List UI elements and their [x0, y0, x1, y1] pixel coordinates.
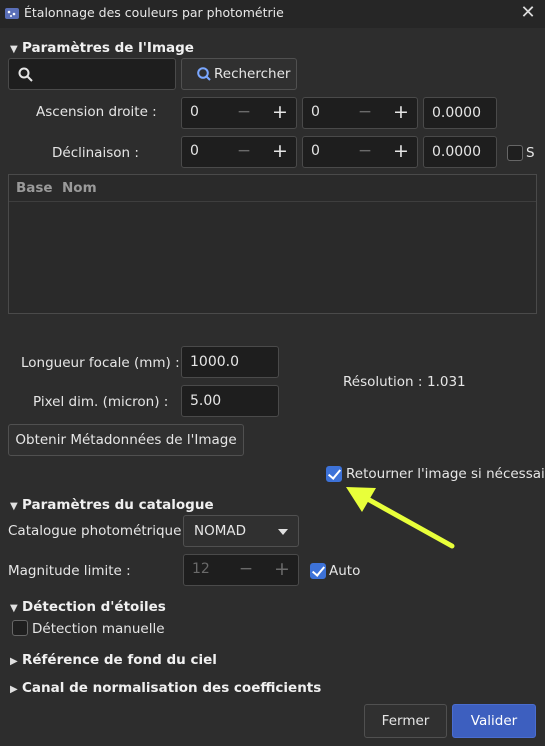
object-table[interactable]: Base Nom — [8, 174, 537, 314]
search-icon — [18, 67, 33, 82]
spin-value: 0 — [190, 143, 199, 159]
expand-triangle-icon: ▶ — [10, 656, 18, 667]
close-icon[interactable]: ✕ — [517, 2, 539, 24]
catalog-value: NOMAD — [194, 523, 247, 539]
ra-hours-spinbox[interactable]: 0 − + — [181, 97, 297, 129]
collapse-triangle-icon: ▼ — [10, 603, 18, 614]
section-title: Détection d'étoiles — [22, 599, 166, 615]
search-button[interactable]: Rechercher — [181, 58, 297, 90]
catalog-label: Catalogue photométrique : — [8, 523, 191, 539]
annotation-arrow — [346, 487, 455, 549]
search-input[interactable] — [8, 58, 176, 90]
minus-icon[interactable]: − — [230, 141, 258, 161]
plus-icon[interactable]: + — [266, 101, 294, 123]
section-catalog-params[interactable]: ▼ Paramètres du catalogue — [10, 497, 214, 513]
minus-icon[interactable]: − — [351, 141, 379, 161]
catalog-dropdown[interactable]: NOMAD — [183, 515, 299, 547]
dec-minutes-spinbox[interactable]: 0 − + — [302, 136, 418, 168]
focal-label: Longueur focale (mm) : — [21, 355, 180, 371]
spin-value: 0 — [311, 104, 320, 120]
section-title: Paramètres du catalogue — [22, 497, 214, 513]
expand-triangle-icon: ▶ — [10, 684, 18, 695]
ra-label: Ascension droite : — [36, 104, 157, 120]
close-button[interactable]: Fermer — [364, 704, 447, 738]
south-label: S — [526, 145, 535, 161]
auto-label: Auto — [329, 563, 361, 579]
magnitude-label: Magnitude limite : — [8, 563, 131, 579]
chevron-down-icon — [278, 529, 288, 535]
plus-icon[interactable]: + — [387, 101, 415, 123]
section-image-params[interactable]: ▼ Paramètres de l'Image — [10, 40, 194, 56]
magnitude-spinbox[interactable]: 12 − + — [183, 554, 299, 586]
manual-detection-checkbox[interactable] — [12, 620, 28, 636]
pixel-label: Pixel dim. (micron) : — [33, 394, 169, 410]
plus-icon[interactable]: + — [387, 140, 415, 162]
dec-label: Déclinaison : — [52, 145, 139, 161]
search-icon — [197, 67, 211, 81]
dec-seconds-field[interactable]: 0.0000 — [423, 136, 497, 168]
collapse-triangle-icon: ▼ — [10, 501, 18, 512]
spin-value: 0 — [311, 143, 320, 159]
section-title: Canal de normalisation des coefficients — [22, 680, 322, 696]
resolution-value: 1.031 — [427, 374, 466, 390]
manual-detection-label: Détection manuelle — [32, 621, 165, 637]
plus-icon[interactable]: + — [268, 558, 296, 580]
validate-button[interactable]: Valider — [452, 704, 536, 738]
section-star-detection[interactable]: ▼ Détection d'étoiles — [10, 599, 166, 615]
column-header-name[interactable]: Nom — [62, 180, 97, 196]
focal-length-field[interactable]: 1000.0 — [181, 346, 279, 378]
resolution-label: Résolution : — [343, 374, 423, 390]
pixel-size-field[interactable]: 5.00 — [181, 385, 279, 417]
ra-seconds-field[interactable]: 0.0000 — [423, 97, 497, 129]
minus-icon[interactable]: − — [230, 102, 258, 122]
plus-icon[interactable]: + — [266, 140, 294, 162]
collapse-triangle-icon: ▼ — [10, 44, 18, 55]
auto-checkbox[interactable] — [310, 563, 326, 579]
spin-value: 0 — [190, 104, 199, 120]
section-title: Référence de fond du ciel — [22, 652, 217, 668]
minus-icon[interactable]: − — [351, 102, 379, 122]
minus-icon[interactable]: − — [232, 559, 260, 579]
section-normalization[interactable]: ▶ Canal de normalisation des coefficients — [10, 680, 321, 696]
column-header-base[interactable]: Base — [16, 180, 53, 196]
app-icon — [5, 8, 19, 19]
south-checkbox[interactable] — [507, 145, 523, 161]
section-title: Paramètres de l'Image — [22, 40, 194, 56]
window-title: Étalonnage des couleurs par photométrie — [24, 5, 284, 20]
section-sky-background[interactable]: ▶ Référence de fond du ciel — [10, 652, 217, 668]
search-button-label: Rechercher — [214, 66, 291, 82]
spin-value: 12 — [192, 561, 210, 577]
get-metadata-button[interactable]: Obtenir Métadonnées de l'Image — [8, 424, 244, 456]
ra-minutes-spinbox[interactable]: 0 − + — [302, 97, 418, 129]
dec-degrees-spinbox[interactable]: 0 − + — [181, 136, 297, 168]
